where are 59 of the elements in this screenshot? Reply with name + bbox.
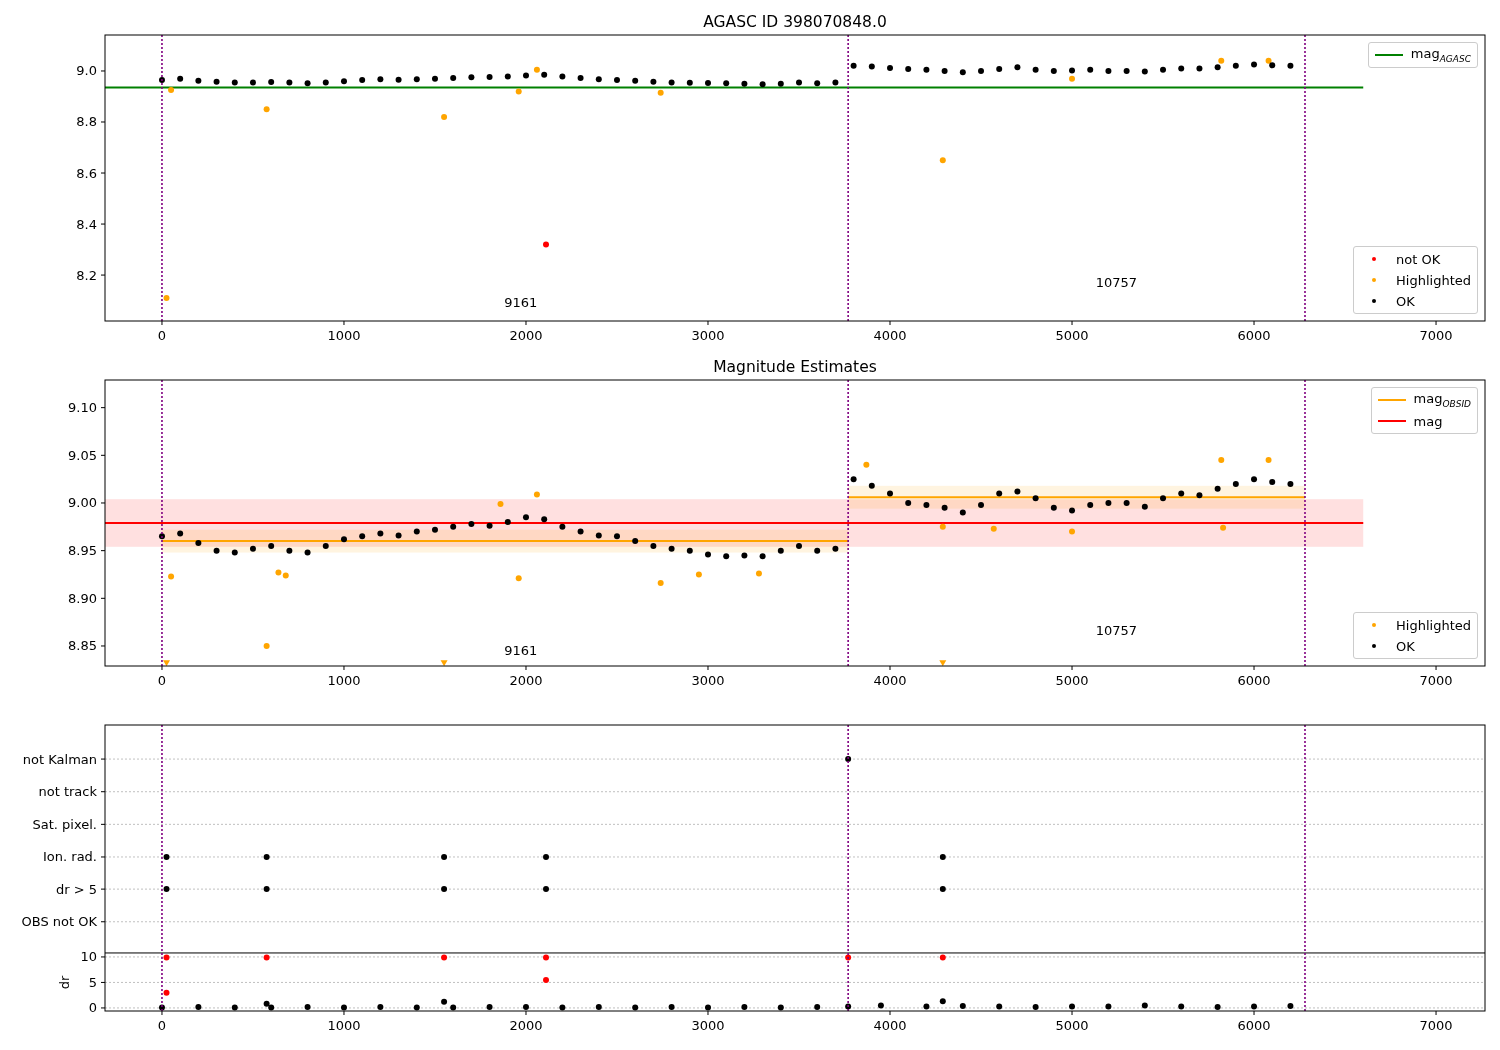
tick-label: 9.05 bbox=[68, 447, 97, 463]
tick-label: 8.90 bbox=[68, 590, 97, 606]
tick-label: 4000 bbox=[873, 1018, 907, 1033]
tick-label: 7000 bbox=[1419, 1018, 1453, 1033]
tick-label: not track bbox=[38, 784, 97, 800]
chart-title: AGASC ID 398070848.0 bbox=[703, 13, 887, 31]
tick-label: 9.0 bbox=[76, 63, 97, 79]
tick-label: 1000 bbox=[327, 1018, 361, 1033]
legend-label: not OK bbox=[1396, 251, 1441, 267]
tick-label: 9.00 bbox=[68, 495, 97, 511]
tick-label: 2000 bbox=[509, 1018, 543, 1033]
tick-label: 0 bbox=[88, 1000, 97, 1016]
tick-label: OBS not OK bbox=[21, 914, 97, 930]
tick-label: 8.6 bbox=[76, 165, 97, 181]
tick-label: 7000 bbox=[1419, 673, 1453, 688]
tick-label: 1000 bbox=[327, 673, 361, 688]
tick-label: 7000 bbox=[1419, 328, 1453, 343]
legend-label: mag$_{AGASC}$ bbox=[1410, 46, 1471, 64]
tick-label: 8.4 bbox=[76, 216, 97, 232]
tick-label: 5000 bbox=[1055, 328, 1089, 343]
segment-label: 9161 bbox=[504, 294, 538, 310]
legend-label: mag$_{OBSID}$ bbox=[1413, 391, 1471, 409]
axis-label: dr bbox=[57, 975, 72, 990]
tick-label: 6000 bbox=[1237, 328, 1271, 343]
tick-label: 6000 bbox=[1237, 1018, 1271, 1033]
segment-label: 10757 bbox=[1095, 274, 1138, 290]
tick-label: 8.85 bbox=[68, 638, 97, 654]
tick-label: 5000 bbox=[1055, 1018, 1089, 1033]
tick-label: Ion. rad. bbox=[43, 849, 97, 865]
tick-label: 4000 bbox=[873, 328, 907, 343]
tick-label: Sat. pixel. bbox=[32, 816, 97, 832]
tick-label: dr > 5 bbox=[55, 881, 97, 897]
tick-label: 0 bbox=[157, 328, 167, 343]
segment-label: 9161 bbox=[504, 642, 538, 658]
tick-label: 0 bbox=[157, 1018, 167, 1033]
tick-label: 3000 bbox=[691, 328, 725, 343]
tick-label: 4000 bbox=[873, 673, 907, 688]
tick-label: 9.10 bbox=[68, 400, 97, 416]
legend-label: Highlighted bbox=[1396, 272, 1471, 288]
legend-label: mag bbox=[1413, 413, 1443, 429]
legend-label: OK bbox=[1396, 293, 1415, 309]
legend-label: Highlighted bbox=[1396, 617, 1471, 633]
tick-label: 2000 bbox=[509, 673, 543, 688]
tick-label: 5000 bbox=[1055, 673, 1089, 688]
tick-label: 8.95 bbox=[68, 543, 97, 559]
tick-label: not Kalman bbox=[22, 751, 97, 767]
tick-label: 0 bbox=[157, 673, 167, 688]
segment-label: 10757 bbox=[1095, 622, 1138, 638]
tick-label: 8.2 bbox=[76, 267, 97, 283]
legend-label: OK bbox=[1396, 638, 1415, 654]
tick-label: 3000 bbox=[691, 673, 725, 688]
tick-label: 5 bbox=[88, 974, 97, 990]
tick-label: 6000 bbox=[1237, 673, 1271, 688]
tick-label: 3000 bbox=[691, 1018, 725, 1033]
chart-title: Magnitude Estimates bbox=[713, 358, 877, 376]
tick-label: 1000 bbox=[327, 328, 361, 343]
tick-label: 10 bbox=[80, 949, 97, 965]
tick-label: 2000 bbox=[509, 328, 543, 343]
tick-label: 8.8 bbox=[76, 114, 97, 130]
